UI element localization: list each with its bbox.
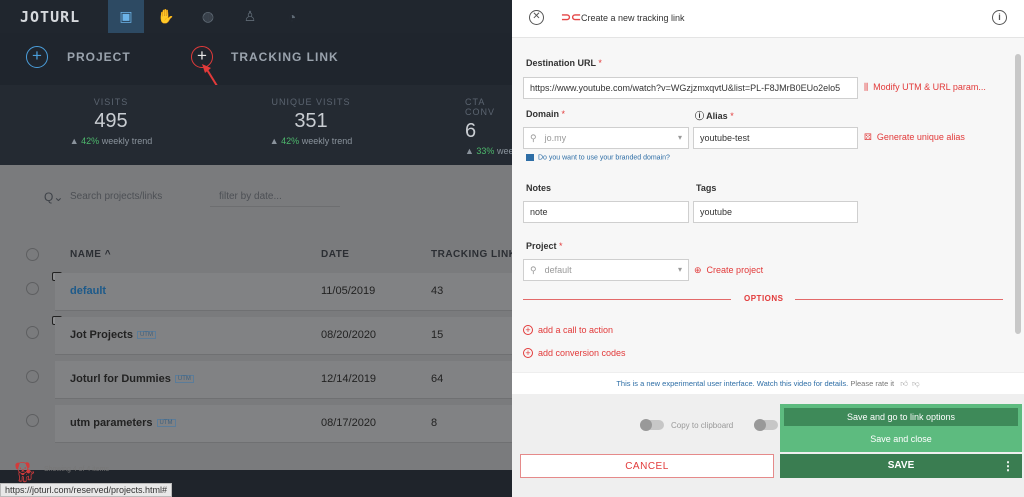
search-projects-input[interactable]: Search projects/links xyxy=(70,191,162,202)
table-row[interactable]: Joturl for Dummies UTM 12/14/2019 64 xyxy=(55,361,512,399)
sliders-icon: ⫼ xyxy=(864,82,869,92)
nav-globe-icon[interactable]: ◍ xyxy=(190,0,226,33)
date-filter-input[interactable]: filter by date... xyxy=(210,185,340,207)
create-project-link[interactable]: ⊕ Create project xyxy=(694,265,763,276)
options-divider xyxy=(795,299,1003,300)
secondary-toggle[interactable] xyxy=(754,419,778,431)
row-checkbox[interactable] xyxy=(26,414,39,427)
plus-circle-icon: ⊕ xyxy=(694,265,702,275)
nav-projects-icon[interactable]: ▣ xyxy=(108,0,144,33)
options-divider xyxy=(523,299,731,300)
app-background: JOTURL ▣ ✋ ◍ ♙ ◔ + PROJECT + TRACKING LI… xyxy=(0,0,512,497)
column-tracking-header[interactable]: TRACKING LINKS xyxy=(431,249,512,260)
tags-input[interactable]: youtube xyxy=(693,201,858,223)
more-vertical-icon[interactable]: ⋮ xyxy=(1002,459,1014,473)
row-checkbox[interactable] xyxy=(26,370,39,383)
stat-unique-visits: UNIQUE VISITS 351 ▲ 42% weekly trend xyxy=(269,97,353,146)
column-date-header[interactable]: DATE xyxy=(321,249,349,260)
branded-domain-question[interactable]: Do you want to use your branded domain? xyxy=(526,154,670,161)
tags-label: Tags xyxy=(696,183,717,193)
nav-user-icon[interactable]: ♙ xyxy=(232,0,268,33)
cancel-button[interactable]: CANCEL xyxy=(520,454,774,478)
rate-label: Please rate it xyxy=(850,379,895,388)
copy-clipboard-label: Copy to clipboard xyxy=(671,421,734,430)
scrollbar-thumb[interactable] xyxy=(1015,54,1021,334)
table-row[interactable]: default 11/05/2019 43 xyxy=(55,273,512,311)
experimental-ui-notice: This is a new experimental user interfac… xyxy=(512,372,1024,394)
table-row[interactable]: Jot Projects UTM 08/20/2020 15 xyxy=(55,317,512,355)
stat-cta-conversions: CTA CONV 6 ▲ 33% weekly t xyxy=(465,97,512,156)
panel-footer: Copy to clipboard CANCEL Save and go to … xyxy=(512,394,1024,497)
options-label: OPTIONS xyxy=(744,294,784,303)
dice-icon: ⚄ xyxy=(864,132,872,142)
destination-url-label: Destination URL * xyxy=(526,58,602,68)
utm-badge: UTM xyxy=(156,419,176,428)
save-options-menu: Save and go to link options Save and clo… xyxy=(780,404,1022,452)
column-name-header[interactable]: NAME ^ xyxy=(70,249,111,260)
copy-clipboard-toggle[interactable] xyxy=(640,419,664,431)
info-icon[interactable]: i xyxy=(992,10,1007,25)
panel-header: ✕ ⊃⊂ Create a new tracking link i xyxy=(512,0,1024,38)
link-chain-icon: ⊃⊂ xyxy=(561,10,582,24)
browser-status-url: https://joturl.com/reserved/projects.htm… xyxy=(0,483,173,497)
add-call-to-action-link[interactable]: + add a call to action xyxy=(523,325,613,335)
nav-chart-icon[interactable]: ◔ xyxy=(274,0,310,33)
table-header: NAME ^ DATE TRACKING LINKS xyxy=(0,245,512,265)
thumbs-up-icon[interactable]: 👍︎ xyxy=(900,379,908,388)
search-icon: ⚲ xyxy=(530,133,537,143)
domain-label: Domain * xyxy=(526,109,566,119)
alias-label: ⓘ Alias * xyxy=(695,111,734,121)
add-tracking-link-label[interactable]: TRACKING LINK xyxy=(231,50,339,64)
utm-badge: UTM xyxy=(136,331,156,340)
action-bar: + PROJECT + TRACKING LINK xyxy=(0,33,512,85)
branded-domain-icon xyxy=(526,154,534,161)
save-and-go-to-options-item[interactable]: Save and go to link options xyxy=(784,408,1018,426)
row-checkbox[interactable] xyxy=(26,326,39,339)
nav-hand-icon[interactable]: ✋ xyxy=(148,0,184,33)
plus-circle-icon: + xyxy=(523,325,533,335)
panel-title: Create a new tracking link xyxy=(581,13,685,23)
generate-alias-link[interactable]: ⚄ Generate unique alias xyxy=(864,132,965,143)
form-scrollbar[interactable] xyxy=(1014,46,1022,366)
domain-select[interactable]: ⚲ jo.my ▾ xyxy=(523,127,689,149)
create-tracking-link-panel: ✕ ⊃⊂ Create a new tracking link i Destin… xyxy=(512,0,1024,497)
showing-count: Showing 4 of 4 items xyxy=(44,466,109,473)
search-icon: ⚲ xyxy=(530,265,537,275)
project-label: Project * xyxy=(526,241,563,251)
dog-mascot-icon: 🐕︎ xyxy=(12,462,38,484)
add-project-label[interactable]: PROJECT xyxy=(67,50,131,64)
row-checkbox[interactable] xyxy=(26,282,39,295)
add-project-icon[interactable]: + xyxy=(26,46,48,68)
top-navbar: JOTURL ▣ ✋ ◍ ♙ ◔ xyxy=(0,0,512,33)
save-and-close-item[interactable]: Save and close xyxy=(784,430,1018,448)
utm-badge: UTM xyxy=(174,375,194,384)
select-all-checkbox[interactable] xyxy=(26,248,39,261)
close-icon[interactable]: ✕ xyxy=(529,10,544,25)
modify-utm-link[interactable]: ⫼ Modify UTM & URL param... xyxy=(864,82,986,93)
experimental-video-link[interactable]: This is a new experimental user interfac… xyxy=(616,379,848,388)
table-row[interactable]: utm parameters UTM 08/17/2020 8 xyxy=(55,405,512,443)
stat-visits: VISITS 495 ▲ 42% weekly trend xyxy=(69,97,153,146)
project-select[interactable]: ⚲ default ▾ xyxy=(523,259,689,281)
add-conversion-codes-link[interactable]: + add conversion codes xyxy=(523,348,626,358)
search-icon[interactable]: Q⌄ xyxy=(44,190,63,204)
notes-label: Notes xyxy=(526,183,552,193)
projects-list-area: Q⌄ Search projects/links filter by date.… xyxy=(0,165,512,470)
tracking-link-form: Destination URL * https://www.youtube.co… xyxy=(512,38,1024,372)
plus-circle-icon: + xyxy=(523,348,533,358)
alias-input[interactable]: youtube-test xyxy=(693,127,858,149)
search-row: Q⌄ Search projects/links filter by date.… xyxy=(0,185,512,209)
stats-bar: VISITS 495 ▲ 42% weekly trend UNIQUE VIS… xyxy=(0,85,512,165)
destination-url-input[interactable]: https://www.youtube.com/watch?v=WGzjzmxq… xyxy=(523,77,858,99)
save-button[interactable]: SAVE ⋮ xyxy=(780,454,1022,478)
notes-input[interactable]: note xyxy=(523,201,689,223)
chevron-down-icon: ▾ xyxy=(677,133,682,142)
thumbs-down-icon[interactable]: 👎︎ xyxy=(912,379,920,388)
chevron-down-icon: ▾ xyxy=(677,265,682,274)
joturl-logo: JOTURL xyxy=(20,8,81,26)
